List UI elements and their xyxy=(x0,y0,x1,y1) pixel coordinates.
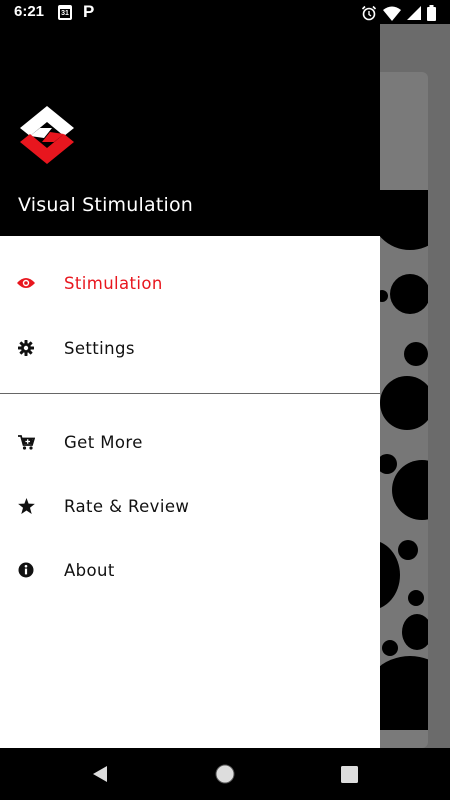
menu-item-rate-review[interactable]: Rate & Review xyxy=(0,478,380,534)
home-button[interactable] xyxy=(213,762,237,786)
navigation-drawer: Visual Stimulation Stimulation Settings … xyxy=(0,0,380,748)
calendar-icon: 31 xyxy=(58,5,72,20)
status-icons xyxy=(361,4,436,22)
home-icon xyxy=(215,764,235,784)
status-time: 6:21 xyxy=(14,3,45,20)
back-icon xyxy=(93,766,107,782)
wifi-icon xyxy=(383,6,401,21)
system-nav-bar xyxy=(0,748,450,800)
cart-icon xyxy=(16,432,36,452)
menu-label-stimulation: Stimulation xyxy=(64,273,163,293)
menu-item-about[interactable]: About xyxy=(0,542,380,598)
alarm-icon xyxy=(361,5,377,21)
app-title: Visual Stimulation xyxy=(18,194,194,216)
info-icon xyxy=(16,560,36,580)
drawer-header: Visual Stimulation xyxy=(0,0,380,236)
menu-divider xyxy=(0,393,380,394)
menu-label-rate-review: Rate & Review xyxy=(64,496,190,516)
recents-button[interactable] xyxy=(337,762,361,786)
star-icon xyxy=(16,496,36,516)
eye-icon xyxy=(16,273,36,293)
app-logo xyxy=(20,106,74,164)
menu-label-get-more: Get More xyxy=(64,432,143,452)
menu-item-get-more[interactable]: Get More xyxy=(0,414,380,470)
back-button[interactable] xyxy=(88,762,112,786)
menu-label-about: About xyxy=(64,560,115,580)
status-bar: 6:21 31 P xyxy=(0,0,450,24)
parking-icon: P xyxy=(83,2,95,21)
battery-icon xyxy=(427,5,436,21)
menu-label-settings: Settings xyxy=(64,338,135,358)
recents-icon xyxy=(340,765,358,783)
gear-icon xyxy=(16,338,36,358)
menu-item-stimulation[interactable]: Stimulation xyxy=(0,255,380,311)
signal-icon xyxy=(407,6,421,20)
menu-item-settings[interactable]: Settings xyxy=(0,320,380,376)
